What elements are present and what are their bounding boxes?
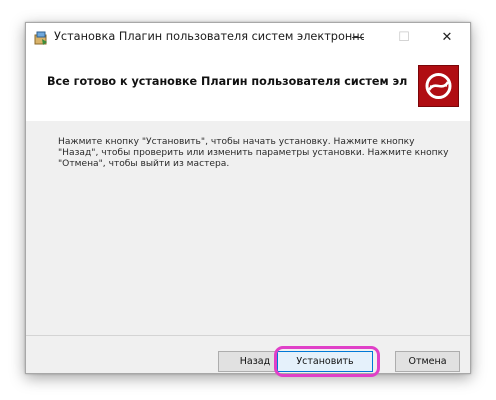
install-button-highlight bbox=[274, 346, 380, 377]
instructions-text: Нажмите кнопку "Установить", чтобы начат… bbox=[58, 137, 449, 170]
title-bar[interactable]: Установка Плагин пользователя систем эле… bbox=[26, 23, 470, 52]
close-button[interactable]: ✕ bbox=[424, 23, 470, 52]
button-bar: Назад Установить Отмена bbox=[26, 335, 470, 377]
plugin-logo-icon bbox=[418, 65, 459, 107]
installer-package-icon bbox=[33, 30, 49, 46]
minimize-button[interactable]: — bbox=[338, 23, 378, 52]
header-banner: Все готово к установке Плагин пользовате… bbox=[26, 52, 470, 122]
maximize-button[interactable]: ☐ bbox=[384, 23, 424, 52]
cancel-button[interactable]: Отмена bbox=[395, 351, 460, 372]
window-title: Установка Плагин пользователя систем эле… bbox=[54, 30, 364, 43]
installer-window: Установка Плагин пользователя систем эле… bbox=[25, 22, 471, 377]
page-title: Все готово к установке Плагин пользовате… bbox=[47, 75, 407, 88]
content-area: Нажмите кнопку "Установить", чтобы начат… bbox=[26, 121, 470, 335]
